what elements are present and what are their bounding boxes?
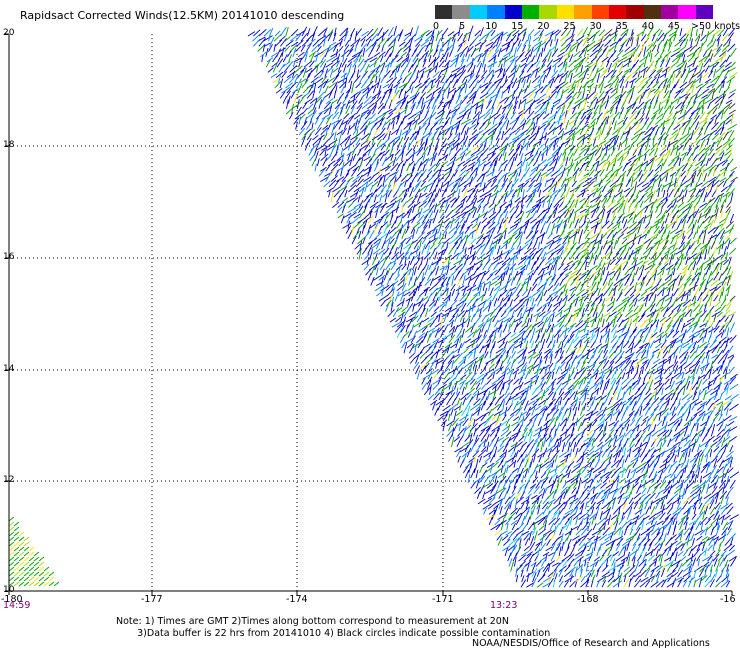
wind-barb-group [247,25,740,588]
lat-label: 20 [3,28,15,38]
wind-barbs [8,25,740,588]
swath-time-mid: 13:23 [490,600,518,611]
lon-label: -174 [286,594,308,605]
lat-label: 14 [3,364,15,374]
swath-time-left: 14:59 [3,600,31,611]
lon-label: -177 [141,594,163,605]
lat-label: 16 [3,252,15,262]
lat-label: 18 [3,140,15,150]
lat-label: 12 [3,475,15,485]
lon-label: -16 [720,594,736,605]
map-frame [5,33,733,595]
wind-barb-group [8,26,738,588]
lon-label: -168 [577,594,599,605]
lon-label: -171 [432,594,454,605]
credit-line: NOAA/NESDIS/Office of Research and Appli… [472,638,710,649]
notes: Note: 1) Times are GMT 2)Times along bot… [116,616,550,640]
wind-map [5,25,740,595]
note-line-1: Note: 1) Times are GMT 2)Times along bot… [116,616,509,627]
